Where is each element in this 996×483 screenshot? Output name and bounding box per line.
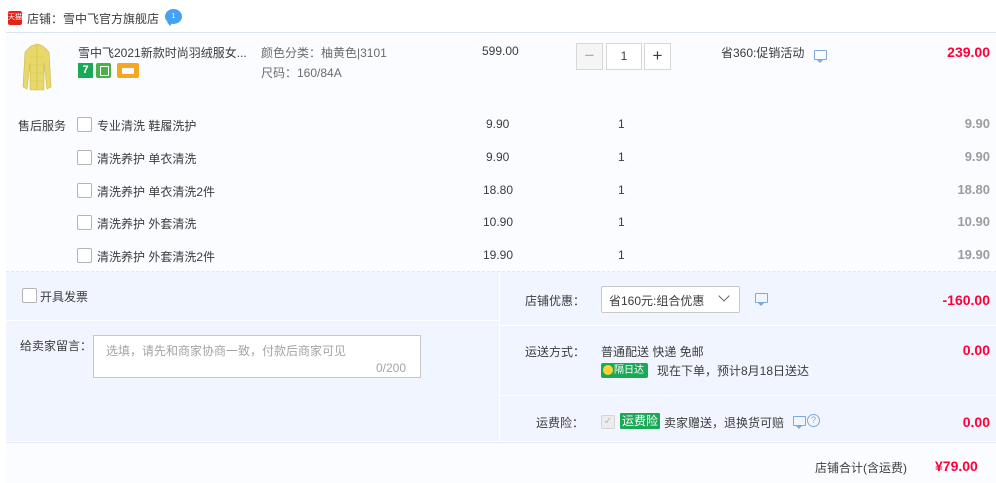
service-price: 18.80	[483, 183, 514, 197]
shipping-eta: 现在下单，预计8月18日送达	[657, 364, 810, 378]
seven-day-return-icon: 7	[78, 63, 93, 78]
increase-button[interactable]: +	[644, 43, 671, 70]
product-image[interactable]	[22, 43, 52, 91]
discount-amount: -160.00	[942, 292, 990, 308]
quantity-stepper: − 1 +	[576, 43, 672, 70]
comment-icon[interactable]	[793, 416, 806, 429]
service-checkbox[interactable]	[77, 183, 92, 198]
divider	[500, 395, 996, 396]
insurance-amount: 0.00	[962, 414, 990, 430]
shop-name-link[interactable]: 店铺：雪中飞官方旗舰店	[27, 10, 159, 27]
invoice-checkbox[interactable]	[22, 288, 37, 303]
shipping-label: 运送方式：	[525, 345, 586, 359]
discount-selected-value: 省160元:组合优惠	[609, 294, 705, 308]
service-checkbox[interactable]	[77, 150, 92, 165]
service-qty: 1	[618, 248, 625, 262]
tmall-icon: 天猫	[8, 11, 22, 25]
service-total: 18.80	[957, 182, 990, 197]
shipping-method: 普通配送 快递 免邮	[601, 345, 704, 359]
service-name: 清洗养护 外套清洗2件	[97, 250, 216, 264]
comment-icon[interactable]	[814, 50, 827, 63]
service-qty: 1	[618, 150, 625, 164]
sku-color: 颜色分类：柚黄色|3101	[261, 46, 387, 60]
unit-price: 599.00	[482, 44, 519, 58]
service-checkbox[interactable]	[77, 117, 92, 132]
quantity-input[interactable]: 1	[606, 43, 642, 70]
service-price: 9.90	[486, 150, 510, 164]
services-title: 售后服务	[18, 119, 67, 133]
service-name: 专业清洗 鞋履洗护	[97, 119, 197, 133]
memo-placeholder: 选填，请先和商家协商一致，付款后商家可见	[106, 344, 347, 358]
service-checkbox[interactable]	[77, 248, 92, 263]
service-total: 19.90	[957, 247, 990, 262]
service-qty: 1	[618, 183, 625, 197]
service-total: 9.90	[964, 116, 990, 131]
divider	[6, 320, 499, 321]
decrease-button[interactable]: −	[576, 43, 603, 70]
help-icon[interactable]: ?	[807, 414, 820, 427]
product-total: 239.00	[947, 44, 990, 60]
service-total: 9.90	[964, 149, 990, 164]
discount-label: 店铺优惠：	[525, 294, 586, 308]
service-price: 9.90	[486, 117, 510, 131]
memo-char-count: 0/200	[376, 361, 407, 375]
memo-label: 给卖家留言：	[20, 339, 93, 353]
shipping-amount: 0.00	[962, 342, 990, 358]
product-title-link[interactable]: 雪中飞2021新款时尚羽绒服女...	[78, 44, 256, 61]
insurance-badge: 运费险	[620, 413, 661, 429]
lightning-icon	[603, 365, 613, 375]
insurance-checkbox[interactable]: ✓	[601, 415, 615, 429]
divider	[500, 325, 996, 326]
insurance-text: 卖家赠送，退换货可赔	[664, 416, 785, 430]
sku-size: 尺码：160/84A	[261, 66, 342, 80]
guarantee-icon	[96, 63, 111, 78]
service-name: 清洗养护 单衣清洗2件	[97, 185, 216, 199]
invoice-label[interactable]: 开具发票	[40, 288, 88, 305]
comment-icon[interactable]	[755, 293, 768, 306]
service-qty: 1	[618, 215, 625, 229]
insurance-label: 运费险：	[536, 416, 585, 430]
service-qty: 1	[618, 117, 625, 131]
service-name: 清洗养护 外套清洗	[97, 217, 197, 231]
credit-card-icon	[117, 63, 139, 78]
shop-total-amount: ¥79.00	[935, 458, 978, 474]
chat-icon[interactable]: 1	[165, 9, 182, 26]
service-name: 清洗养护 单衣清洗	[97, 152, 197, 166]
service-total: 10.90	[957, 214, 990, 229]
service-price: 19.90	[483, 248, 514, 262]
promo-text: 省360:促销活动	[721, 46, 805, 60]
shop-total-label: 店铺合计(含运费)	[815, 461, 907, 475]
service-price: 10.90	[483, 215, 514, 229]
service-checkbox[interactable]	[77, 215, 92, 230]
